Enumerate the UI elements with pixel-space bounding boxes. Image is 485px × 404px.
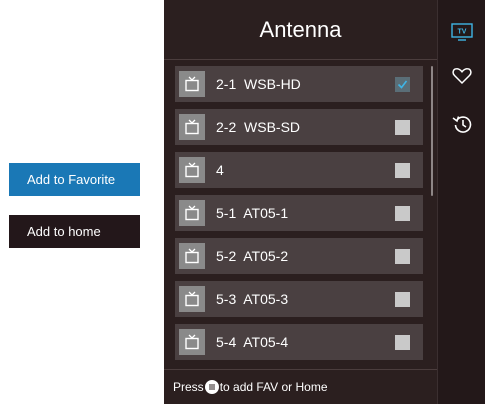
tv-icon (179, 243, 205, 269)
channel-panel: Antenna 2-1 WSB-HD 2-2 WSB-SD 4 5-1 AT05… (164, 0, 485, 404)
channel-checkbox[interactable] (395, 76, 410, 92)
channel-label: 2-2 WSB-SD (216, 119, 301, 135)
channel-checkbox[interactable] (395, 205, 410, 221)
tv-icon (179, 286, 205, 312)
heart-icon (452, 67, 472, 90)
channel-row[interactable]: 5-1 AT05-1 (175, 195, 423, 231)
tv-tab[interactable]: TV (438, 14, 485, 54)
channel-label: 5-4 AT05-4 (216, 334, 289, 350)
add-to-favorite-button[interactable]: Add to Favorite (9, 163, 140, 196)
channel-checkbox[interactable] (395, 291, 410, 307)
channel-row[interactable]: 2-2 WSB-SD (175, 109, 423, 145)
channel-row[interactable]: 5-4 AT05-4 (175, 324, 423, 360)
channel-checkbox[interactable] (395, 119, 410, 135)
menu-icon (204, 380, 219, 394)
channel-row[interactable]: 5-2 AT05-2 (175, 238, 423, 274)
channel-row[interactable]: 4 (175, 152, 423, 188)
tv-icon (179, 329, 205, 355)
panel-title: Antenna (259, 16, 342, 42)
list-scrollbar[interactable] (431, 66, 433, 196)
footer-text-after: to add FAV or Home (219, 380, 328, 394)
tv-icon-label: TV (458, 28, 467, 35)
channel-checkbox[interactable] (395, 334, 410, 350)
history-tab[interactable] (438, 106, 485, 146)
tv-icon (179, 200, 205, 226)
favorites-tab[interactable] (438, 58, 485, 98)
history-icon (451, 114, 473, 139)
footer-text-before: Press (173, 380, 204, 394)
tv-icon (179, 157, 205, 183)
panel-footer: Press to add FAV or Home (164, 369, 437, 404)
side-rail: TV (437, 0, 485, 404)
panel-header: Antenna (164, 0, 437, 60)
screen: Add to Favorite Add to home Antenna 2-1 … (0, 0, 485, 404)
channel-checkbox[interactable] (395, 162, 410, 178)
channel-label: 5-3 AT05-3 (216, 291, 289, 307)
channel-label: 5-1 AT05-1 (216, 205, 289, 221)
channel-checkbox[interactable] (395, 248, 410, 264)
tv-icon: TV (451, 22, 473, 47)
channel-row[interactable]: 2-1 WSB-HD (175, 66, 423, 102)
add-to-home-button[interactable]: Add to home (9, 215, 140, 248)
tv-icon (179, 114, 205, 140)
channel-row[interactable]: 5-3 AT05-3 (175, 281, 423, 317)
channel-label: 2-1 WSB-HD (216, 76, 301, 92)
channel-label: 5-2 AT05-2 (216, 248, 289, 264)
tv-icon (179, 71, 205, 97)
channel-label: 4 (216, 162, 224, 178)
